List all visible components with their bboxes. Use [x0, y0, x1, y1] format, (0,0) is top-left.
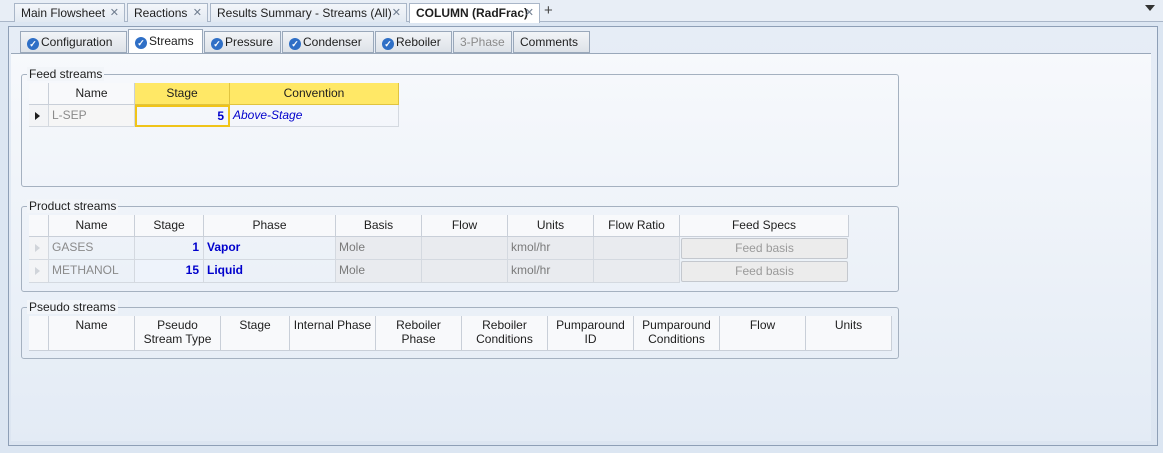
column-header-stage: Stage — [221, 316, 290, 351]
column-header-name: Name — [49, 83, 135, 105]
chevron-down-icon[interactable] — [1145, 5, 1155, 11]
product-stage-input[interactable]: 1 — [135, 237, 204, 260]
column-header-flow: Flow — [720, 316, 806, 351]
feed-basis-button[interactable]: Feed basis — [681, 238, 848, 259]
check-circle-icon: ✓ — [289, 38, 301, 50]
product-name-cell: GASES — [49, 237, 135, 260]
row-pointer-icon — [35, 244, 40, 252]
column-header-units: Units — [806, 316, 892, 351]
column-header-pumparound-conditions: Pumparound Conditions — [634, 316, 720, 351]
product-basis-select[interactable]: Mole — [336, 237, 422, 260]
doc-tab-label: COLUMN (RadFrac) — [416, 6, 529, 20]
check-circle-icon: ✓ — [211, 38, 223, 50]
plus-icon[interactable]: + — [544, 2, 553, 19]
tab-label: Pressure — [225, 35, 274, 49]
check-circle-icon: ✓ — [135, 37, 147, 49]
close-icon[interactable]: ✕ — [193, 6, 202, 19]
tab-pressure[interactable]: ✓ Pressure — [204, 31, 281, 53]
tab-condenser[interactable]: ✓ Condenser — [282, 31, 374, 53]
column-header-units: Units — [508, 215, 594, 237]
column-header-pumparound-id: Pumparound ID — [548, 316, 634, 351]
tab-comments[interactable]: Comments — [513, 31, 590, 53]
product-flow-input[interactable] — [422, 237, 508, 260]
product-name-cell: METHANOL — [49, 260, 135, 283]
pseudo-streams-group: Pseudo streams Name Pseudo Stream Type S… — [21, 300, 899, 359]
column-header-basis: Basis — [336, 215, 422, 237]
doc-tab-label: Main Flowsheet — [21, 6, 106, 20]
row-pointer-icon — [35, 112, 40, 120]
product-phase-select[interactable]: Vapor — [204, 237, 336, 260]
column-header-stage: Stage — [135, 215, 204, 237]
doc-tab-main-flowsheet[interactable]: Main Flowsheet ✕ — [14, 3, 125, 22]
product-basis-select[interactable]: Mole — [336, 260, 422, 283]
close-icon[interactable]: ✕ — [525, 6, 534, 19]
column-form: ✓ Configuration ✓ Streams ✓ Pressure ✓ Conde… — [8, 26, 1158, 446]
product-units-select[interactable]: kmol/hr — [508, 260, 594, 283]
column-header-stage: Stage — [135, 83, 230, 105]
column-header-pseudo-stream-type: Pseudo Stream Type — [135, 316, 221, 351]
check-circle-icon: ✓ — [27, 38, 39, 50]
column-header-convention: Convention — [230, 83, 399, 105]
product-streams-title: Product streams — [27, 199, 119, 213]
row-pointer-icon — [35, 267, 40, 275]
check-circle-icon: ✓ — [382, 38, 394, 50]
column-header-feed-specs: Feed Specs — [680, 215, 849, 237]
column-header-name: Name — [49, 215, 135, 237]
product-streams-group: Product streams Name Stage Phase Basis F… — [21, 199, 899, 292]
column-header-internal-phase: Internal Phase — [290, 316, 376, 351]
product-phase-select[interactable]: Liquid — [204, 260, 336, 283]
feed-basis-button[interactable]: Feed basis — [681, 261, 848, 282]
tab-configuration[interactable]: ✓ Configuration — [20, 31, 127, 53]
product-flow-input[interactable] — [422, 260, 508, 283]
tab-label: Comments — [520, 35, 579, 49]
column-header-flow-ratio: Flow Ratio — [594, 215, 680, 237]
row-header-corner — [29, 215, 49, 237]
feed-stage-input[interactable]: 5 — [135, 105, 230, 127]
doc-tab-label: Reactions — [134, 6, 188, 20]
feed-streams-title: Feed streams — [27, 67, 105, 81]
column-header-phase: Phase — [204, 215, 336, 237]
column-header-reboiler-phase: Reboiler Phase — [376, 316, 462, 351]
document-tab-strip: Main Flowsheet ✕ Reactions ✕ Results Sum… — [0, 0, 1163, 23]
doc-tab-label: Results Summary - Streams (All) — [217, 6, 392, 20]
product-units-select[interactable]: kmol/hr — [508, 237, 594, 260]
tab-label: Streams — [149, 34, 194, 48]
product-flow-ratio-input[interactable] — [594, 237, 680, 260]
doc-tab-reactions[interactable]: Reactions ✕ — [127, 3, 208, 22]
close-icon[interactable]: ✕ — [110, 6, 119, 19]
column-header-reboiler-conditions: Reboiler Conditions — [462, 316, 548, 351]
row-pointer[interactable] — [29, 237, 49, 260]
tab-3-phase[interactable]: 3-Phase — [453, 31, 512, 53]
pseudo-streams-title: Pseudo streams — [27, 300, 118, 314]
tab-reboiler[interactable]: ✓ Reboiler — [375, 31, 452, 53]
tab-label: 3-Phase — [460, 35, 505, 49]
row-pointer[interactable] — [29, 105, 49, 127]
feed-convention-select[interactable]: Above-Stage — [230, 105, 399, 127]
doc-tab-column-radfrac[interactable]: COLUMN (RadFrac) ✕ — [409, 3, 540, 23]
tab-label: Condenser — [303, 35, 362, 49]
close-icon[interactable]: ✕ — [392, 6, 401, 19]
tab-label: Configuration — [41, 35, 113, 49]
tab-label: Reboiler — [396, 35, 441, 49]
row-header-corner — [29, 83, 49, 105]
product-flow-ratio-input[interactable] — [594, 260, 680, 283]
row-pointer[interactable] — [29, 260, 49, 283]
row-header-corner — [29, 316, 49, 351]
column-header-name: Name — [49, 316, 135, 351]
tab-streams[interactable]: ✓ Streams — [128, 29, 203, 54]
doc-tab-results-summary[interactable]: Results Summary - Streams (All) ✕ — [210, 3, 407, 22]
streams-panel: Feed streams Name Stage Convention L-SEP… — [11, 53, 1151, 441]
feed-streams-group: Feed streams Name Stage Convention L-SEP… — [21, 67, 899, 187]
product-stage-input[interactable]: 15 — [135, 260, 204, 283]
column-header-flow: Flow — [422, 215, 508, 237]
feed-name-cell: L-SEP — [49, 105, 135, 127]
